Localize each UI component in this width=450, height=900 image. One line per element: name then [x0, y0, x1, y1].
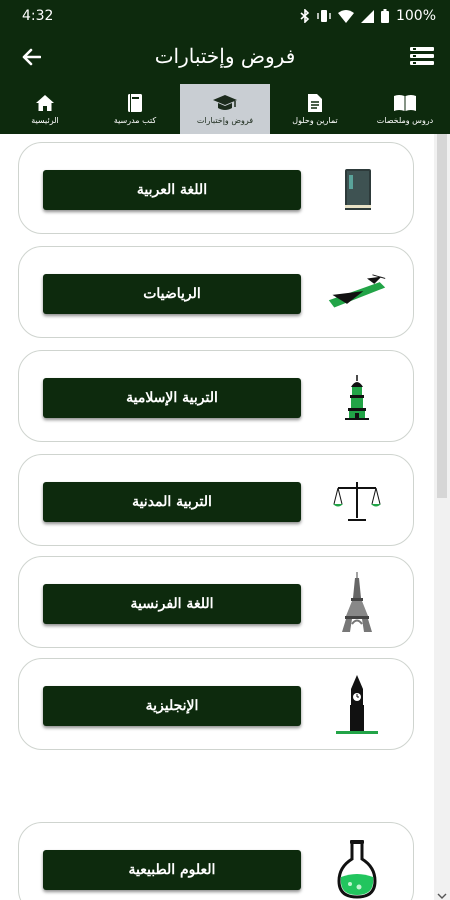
big-ben-icon — [327, 675, 387, 735]
tab-bar: الرئيسية كتب مدرسية فروض وإختبارات تماري… — [0, 84, 450, 134]
tab-exercises-solutions[interactable]: تمارين وحلول — [270, 84, 360, 134]
battery-level: 100% — [395, 8, 436, 24]
status-bar: 4:32 100% — [0, 0, 450, 32]
chevron-down-icon[interactable] — [437, 886, 447, 899]
home-icon — [35, 92, 55, 114]
subject-card-math: الرياضيات — [18, 246, 414, 338]
battery-icon — [380, 9, 389, 23]
document-icon — [307, 92, 323, 114]
app-bar: فروض وإختبارات — [0, 32, 450, 84]
subject-button-islamic-education[interactable]: التربية الإسلامية — [43, 378, 301, 418]
subject-button-natural-sciences[interactable]: العلوم الطبيعية — [43, 850, 301, 890]
tab-label: تمارين وحلول — [292, 116, 338, 125]
quran-book-icon — [327, 159, 387, 219]
vibrate-icon — [317, 9, 331, 23]
subject-card-natural-sciences: العلوم الطبيعية — [18, 822, 414, 900]
subject-button-english[interactable]: الإنجليزية — [43, 686, 301, 726]
subjects-list: اللغة العربية الرياضيات التربية الإسلامي… — [0, 134, 434, 900]
tab-school-books[interactable]: كتب مدرسية — [90, 84, 180, 134]
subject-button-arabic[interactable]: اللغة العربية — [43, 170, 301, 210]
menu-button[interactable] — [408, 44, 436, 72]
tab-homework-exams[interactable]: فروض وإختبارات — [180, 84, 270, 134]
eiffel-tower-icon — [327, 572, 387, 633]
open-book-icon — [393, 92, 417, 114]
page-title: فروض وإختبارات — [154, 44, 296, 68]
tab-lessons-summaries[interactable]: دروس وملخصات — [360, 84, 450, 134]
list-menu-icon — [410, 46, 434, 70]
balance-scale-icon — [327, 471, 387, 531]
tab-label: الرئيسية — [31, 116, 59, 125]
subject-card-civic-education: التربية المدنية — [18, 454, 414, 546]
subject-button-french[interactable]: اللغة الفرنسية — [43, 584, 301, 624]
graduation-cap-icon — [212, 92, 238, 114]
tab-label: كتب مدرسية — [113, 116, 157, 125]
scrollbar-thumb[interactable] — [437, 134, 447, 498]
scrollbar[interactable] — [434, 134, 450, 900]
status-time: 4:32 — [22, 8, 54, 24]
mosque-minaret-icon — [327, 367, 387, 427]
app-root: 4:32 100% فروض وإختبارات الرئيسية كتب مد… — [0, 0, 450, 900]
subject-card-french: اللغة الفرنسية — [18, 556, 414, 648]
tab-label: دروس وملخصات — [376, 116, 434, 125]
signal-icon — [360, 9, 374, 23]
subject-button-math[interactable]: الرياضيات — [43, 274, 301, 314]
status-icons: 100% — [300, 8, 436, 24]
tab-label: فروض وإختبارات — [196, 116, 254, 125]
book-icon — [127, 92, 143, 114]
bluetooth-icon — [300, 9, 310, 23]
subject-card-arabic: اللغة العربية — [18, 142, 414, 234]
tab-home[interactable]: الرئيسية — [0, 84, 90, 134]
subject-card-islamic-education: التربية الإسلامية — [18, 350, 414, 442]
wifi-icon — [337, 9, 354, 23]
flask-icon — [327, 839, 387, 899]
subject-card-english: الإنجليزية — [18, 658, 414, 750]
subject-button-civic-education[interactable]: التربية المدنية — [43, 482, 301, 522]
set-square-icon — [327, 263, 387, 323]
